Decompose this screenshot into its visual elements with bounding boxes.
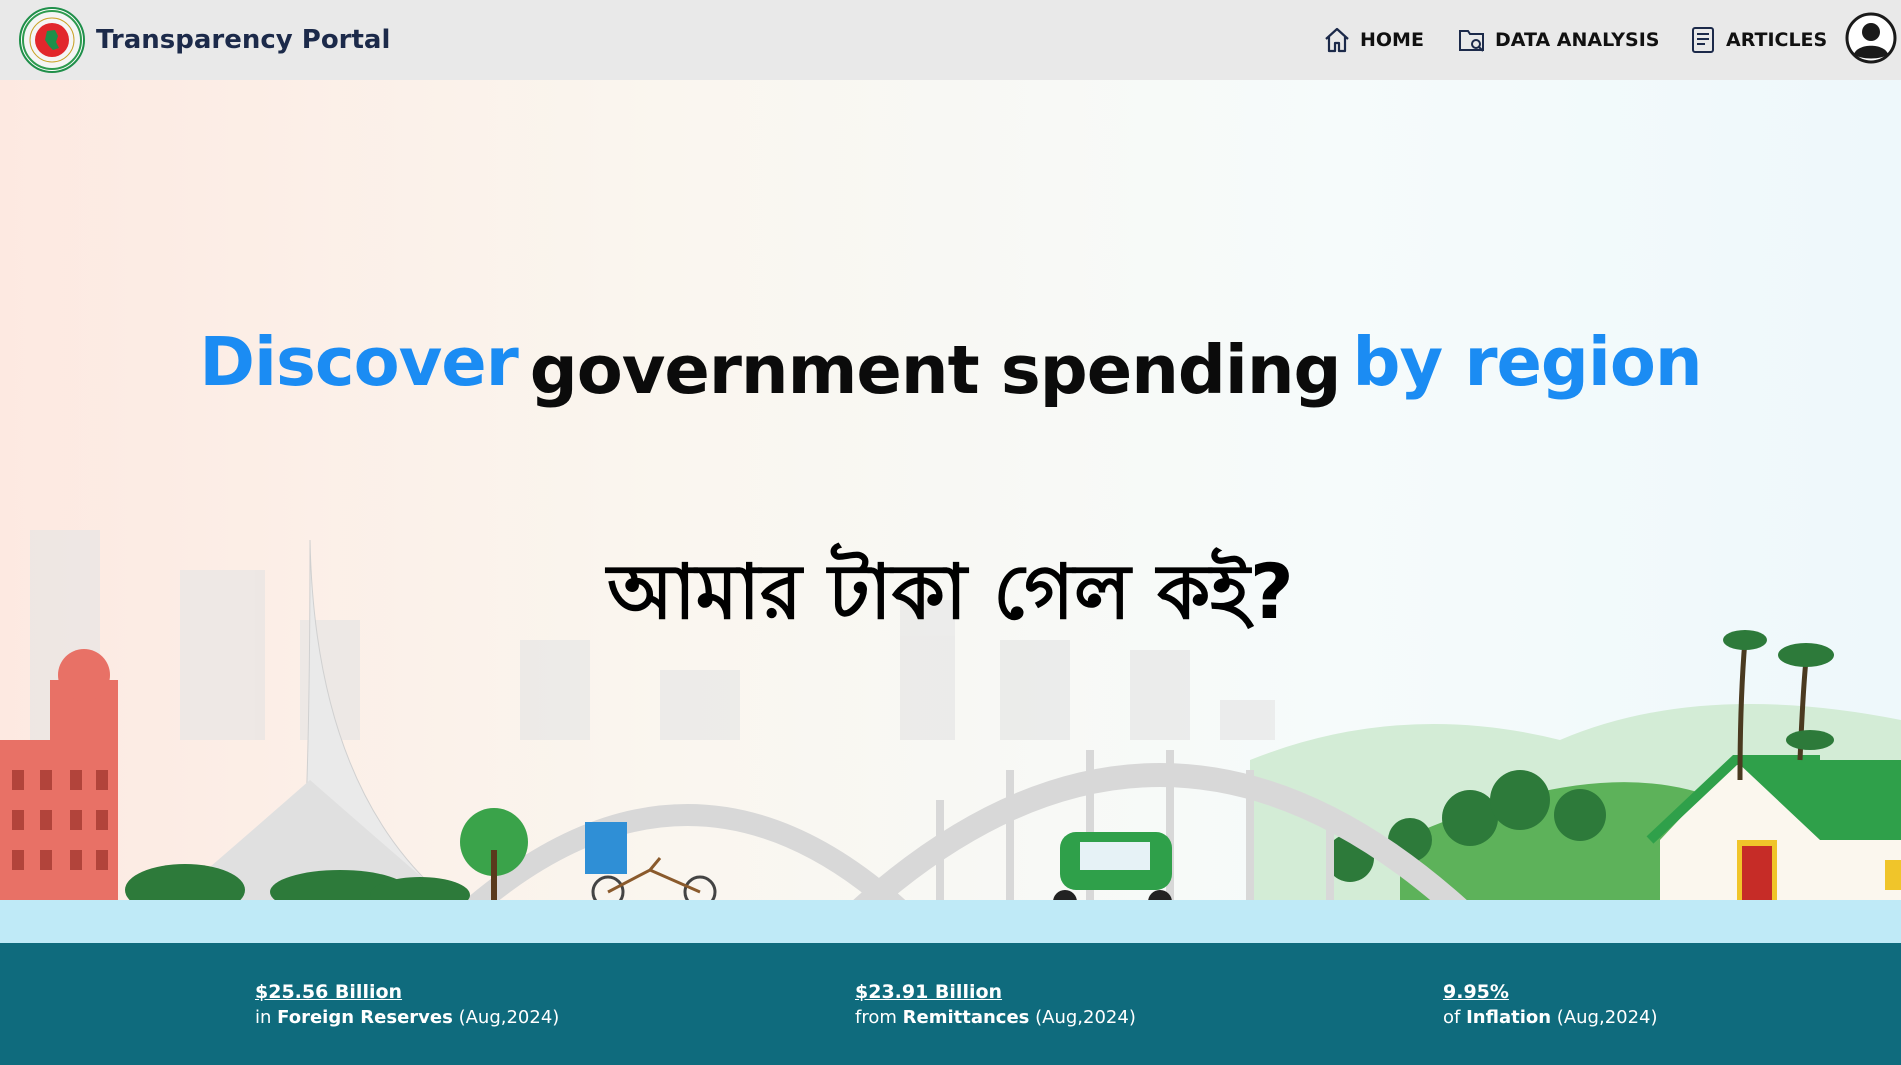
nav-home-link[interactable]: HOME (1322, 22, 1424, 58)
nav-data-analysis-label: DATA ANALYSIS (1495, 29, 1660, 51)
nav-data-analysis-link[interactable]: DATA ANALYSIS (1457, 22, 1659, 58)
top-navbar: Transparency Portal HOME DATA ANALYSIS A… (0, 0, 1901, 80)
headline-government-spending: government spending (529, 331, 1342, 409)
portal-brand-name[interactable]: Transparency Portal (96, 22, 390, 58)
nav-articles-label: ARTICLES (1726, 29, 1828, 51)
stat-value-link[interactable]: $23.91 Billion (855, 980, 1136, 1004)
stat-value-link[interactable]: $25.56 Billion (255, 980, 559, 1004)
stat-description: of Inflation (Aug,2024) (1443, 1007, 1658, 1028)
hero-bangla-tagline: আমার টাকা গেল কই? (607, 547, 1294, 636)
stat-remittances: $23.91 Billion from Remittances (Aug,202… (855, 980, 1136, 1032)
headline-by-region: by region (1352, 323, 1702, 401)
home-icon (1325, 27, 1349, 53)
city-skyline-illustration (0, 530, 1901, 943)
stat-value-link[interactable]: 9.95% (1443, 980, 1658, 1004)
stat-inflation: 9.95% of Inflation (Aug,2024) (1443, 980, 1658, 1032)
folder-search-icon (1459, 30, 1484, 52)
nav-home-label: HOME (1360, 29, 1424, 51)
government-logo[interactable] (19, 7, 85, 73)
headline-discover: Discover (199, 323, 518, 401)
stat-foreign-reserves: $25.56 Billion in Foreign Reserves (Aug,… (255, 980, 559, 1032)
document-icon (1692, 27, 1714, 53)
hero-banner: Discover government spending by region আমা… (0, 80, 1901, 943)
user-profile-button[interactable] (1845, 12, 1897, 64)
stat-description: in Foreign Reserves (Aug,2024) (255, 1007, 560, 1028)
stat-description: from Remittances (Aug,2024) (855, 1007, 1136, 1028)
hero-headline: Discover government spending by region (0, 323, 1901, 409)
nav-articles-link[interactable]: ARTICLES (1688, 22, 1827, 58)
user-icon (1845, 12, 1897, 64)
economic-stats-bar: $25.56 Billion in Foreign Reserves (Aug,… (0, 943, 1901, 1065)
